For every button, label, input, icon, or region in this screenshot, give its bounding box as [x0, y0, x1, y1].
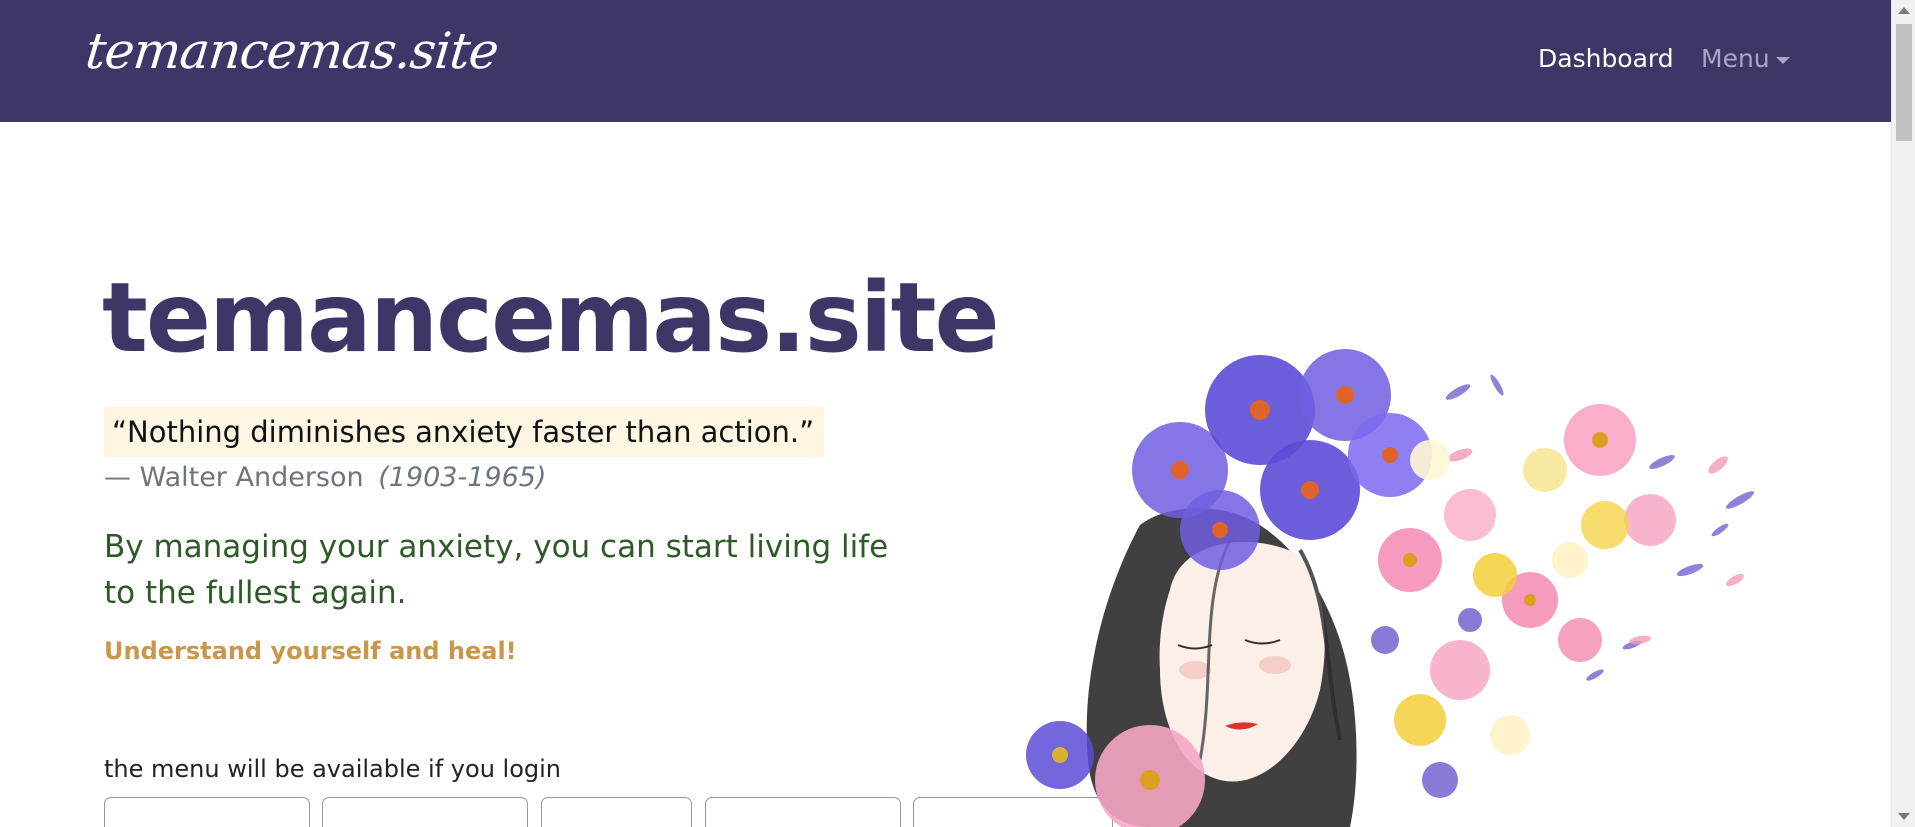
woman-with-flowers-illustration [1026, 349, 1754, 827]
nav-dashboard-link[interactable]: Dashboard [1538, 44, 1674, 73]
author-years: (1903-1965) [378, 462, 547, 493]
author-dash: — [104, 462, 131, 493]
menu-card-button[interactable] [322, 797, 528, 827]
menu-card-button[interactable] [705, 797, 901, 827]
scrollbar-thumb[interactable] [1896, 24, 1912, 141]
menu-card-button[interactable] [541, 797, 692, 827]
quote-author: — Walter Anderson (1903-1965) [104, 462, 546, 493]
hero-title: temancemas.site [102, 262, 1000, 374]
vertical-scrollbar[interactable] [1891, 0, 1915, 827]
author-name: Walter Anderson [139, 462, 364, 493]
nav-menu-dropdown[interactable]: Menu [1701, 44, 1790, 73]
nav-menu-label: Menu [1701, 44, 1770, 73]
scroll-up-arrow-icon[interactable] [1898, 7, 1910, 14]
top-navbar: temancemas.site Dashboard Menu [0, 0, 1891, 122]
brand-logo[interactable]: temancemas.site [83, 22, 501, 80]
hero-quote: “Nothing diminishes anxiety faster than … [104, 407, 825, 457]
hero-lead-text: By managing your anxiety, you can start … [104, 529, 889, 611]
menu-card-button[interactable] [104, 797, 310, 827]
scroll-down-arrow-icon[interactable] [1898, 813, 1910, 820]
hero-tagline: Understand yourself and heal! [104, 637, 517, 665]
login-note: the menu will be available if you login [104, 755, 561, 783]
page: temancemas.site Dashboard Menu temancema… [0, 0, 1915, 827]
caret-down-icon [1775, 56, 1790, 64]
